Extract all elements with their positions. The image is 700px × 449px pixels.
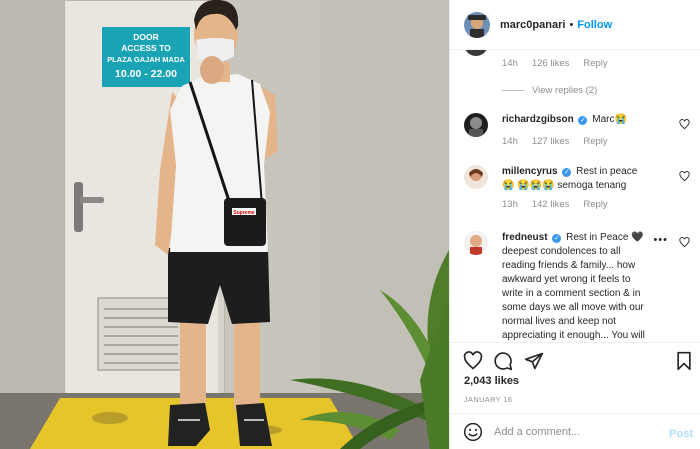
comment-text: Rest in Peace 🖤 deepest condolences to a… [502, 232, 645, 341]
reply-button[interactable]: Reply [583, 58, 607, 69]
like-comment-heart-icon[interactable] [679, 171, 690, 182]
post-side-panel: marc0panari • Follow 14h 126 likes Reply… [449, 0, 700, 449]
sign-line-2: ACCESS TO [121, 43, 171, 53]
like-comment-heart-icon[interactable] [679, 237, 690, 248]
heart-icon[interactable] [463, 351, 483, 371]
post-photo[interactable]: DOOR ACCESS TO PLAZA GAJAH MADA 10.00 - … [0, 0, 449, 449]
comment-item: millencyrus ✓ Rest in peace 😭 😭😭😭 semoga… [464, 165, 694, 210]
comment-meta: 14h 126 likes Reply [502, 58, 694, 69]
comment-time: 13h [502, 199, 518, 210]
comment-item: 14h 126 likes Reply View replies (2) [464, 50, 694, 96]
paper-plane-icon[interactable] [524, 351, 544, 371]
like-comment-heart-icon[interactable] [679, 119, 690, 130]
comment-input[interactable] [494, 425, 659, 438]
likes-count[interactable]: 2,043 likes [464, 375, 519, 387]
comment-avatar[interactable] [464, 231, 488, 255]
comment-item: richardzgibson ✓ Marc😭 14h 127 likes Rep… [464, 113, 694, 147]
verified-badge-icon: ✓ [562, 168, 572, 177]
comment-text-block: fredneust ✓ Rest in Peace 🖤 deepest cond… [502, 231, 652, 342]
comment-text: Marc😭 [592, 114, 627, 125]
comment-icon[interactable] [493, 351, 513, 371]
comment-likes[interactable]: 126 likes [532, 58, 570, 69]
sign-line-4: 10.00 - 22.00 [115, 68, 177, 80]
post-actions [450, 342, 700, 372]
comment-avatar[interactable] [464, 165, 488, 189]
comment-text-block: richardzgibson ✓ Marc😭 [502, 113, 652, 127]
more-dots-icon[interactable]: ••• [653, 234, 668, 246]
comments-list[interactable]: 14h 126 likes Reply View replies (2) ric… [450, 50, 700, 342]
photo-illustration: DOOR ACCESS TO PLAZA GAJAH MADA 10.00 - … [0, 0, 449, 449]
post-header: marc0panari • Follow [450, 0, 700, 50]
bookmark-icon[interactable] [674, 351, 694, 371]
header-separator: • [569, 18, 574, 31]
sign-line-1: DOOR [133, 32, 159, 42]
reply-button[interactable]: Reply [583, 199, 607, 210]
view-replies-label: View replies (2) [532, 85, 598, 96]
comment-avatar[interactable] [464, 113, 488, 137]
comment-username[interactable]: richardzgibson [502, 114, 574, 125]
comment-username[interactable]: fredneust [502, 232, 548, 243]
shoulder-bag [224, 198, 266, 246]
smiley-icon[interactable] [463, 422, 483, 442]
view-replies-line [502, 90, 524, 91]
author-avatar[interactable] [464, 11, 490, 38]
comment-avatar[interactable] [464, 50, 488, 56]
comment-likes[interactable]: 142 likes [532, 199, 570, 210]
comment-item: fredneust ✓ Rest in Peace 🖤 deepest cond… [464, 231, 694, 342]
post-comment-button[interactable]: Post [669, 428, 693, 440]
comment-time: 14h [502, 136, 518, 147]
comment-meta: 14h 127 likes Reply [502, 136, 694, 147]
comment-username[interactable]: millencyrus [502, 166, 558, 177]
comment-likes[interactable]: 127 likes [532, 136, 570, 147]
bag-logo: Supreme [233, 210, 255, 216]
author-username[interactable]: marc0panari [500, 19, 565, 31]
sign-line-3: PLAZA GAJAH MADA [107, 55, 185, 64]
reply-button[interactable]: Reply [583, 136, 607, 147]
follow-button[interactable]: Follow [577, 19, 612, 31]
comment-text-block: millencyrus ✓ Rest in peace 😭 😭😭😭 semoga… [502, 165, 652, 193]
verified-badge-icon: ✓ [552, 234, 562, 243]
verified-badge-icon: ✓ [578, 116, 588, 125]
view-replies-link[interactable]: View replies (2) [502, 85, 694, 96]
post-date[interactable]: JANUARY 16 [464, 395, 512, 404]
add-comment-bar: Post [450, 413, 700, 449]
comment-meta: 13h 142 likes Reply [502, 199, 694, 210]
comment-time: 14h [502, 58, 518, 69]
